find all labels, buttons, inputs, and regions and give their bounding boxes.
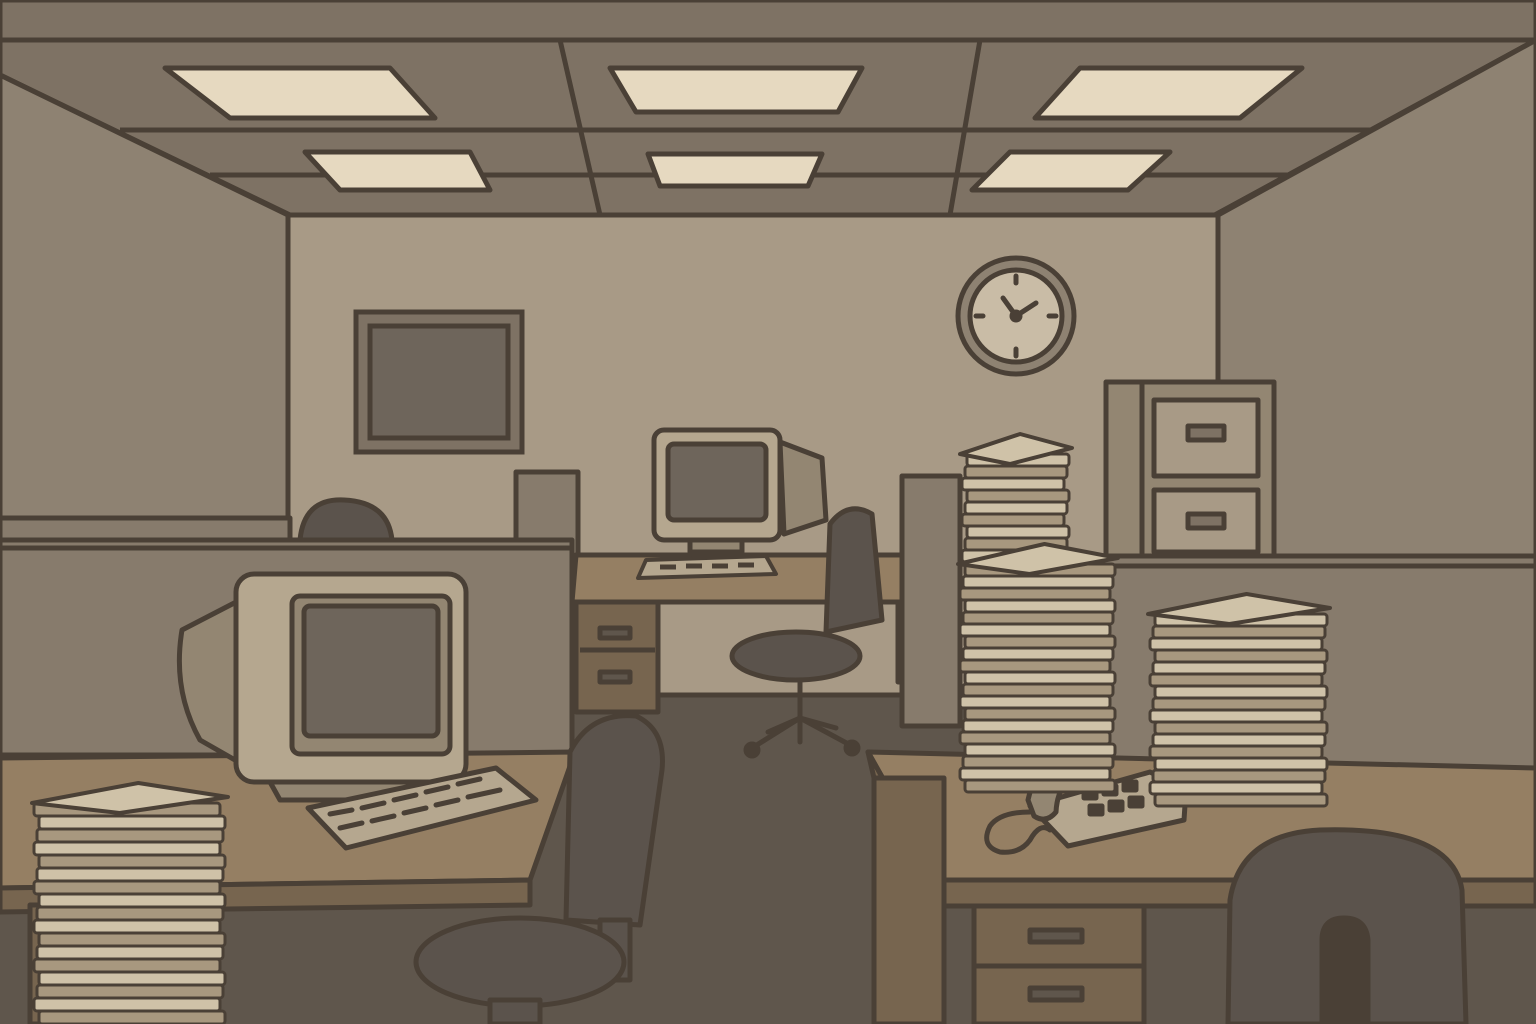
paper-stack-icon xyxy=(30,781,230,1024)
wall-clock-icon xyxy=(955,255,1077,377)
picture-frame-icon xyxy=(353,309,525,455)
office-chair-icon xyxy=(1225,827,1469,1024)
paper-stack-icon xyxy=(1146,592,1332,808)
paper-stack-icon xyxy=(956,542,1120,794)
ceiling-light-icon xyxy=(645,151,825,189)
filing-cabinet-icon xyxy=(1103,379,1277,561)
ceiling-light-icon xyxy=(302,149,493,193)
ceiling-light-icon xyxy=(607,65,865,115)
keyboard-icon xyxy=(636,554,778,580)
office-illustration xyxy=(0,0,1536,1024)
